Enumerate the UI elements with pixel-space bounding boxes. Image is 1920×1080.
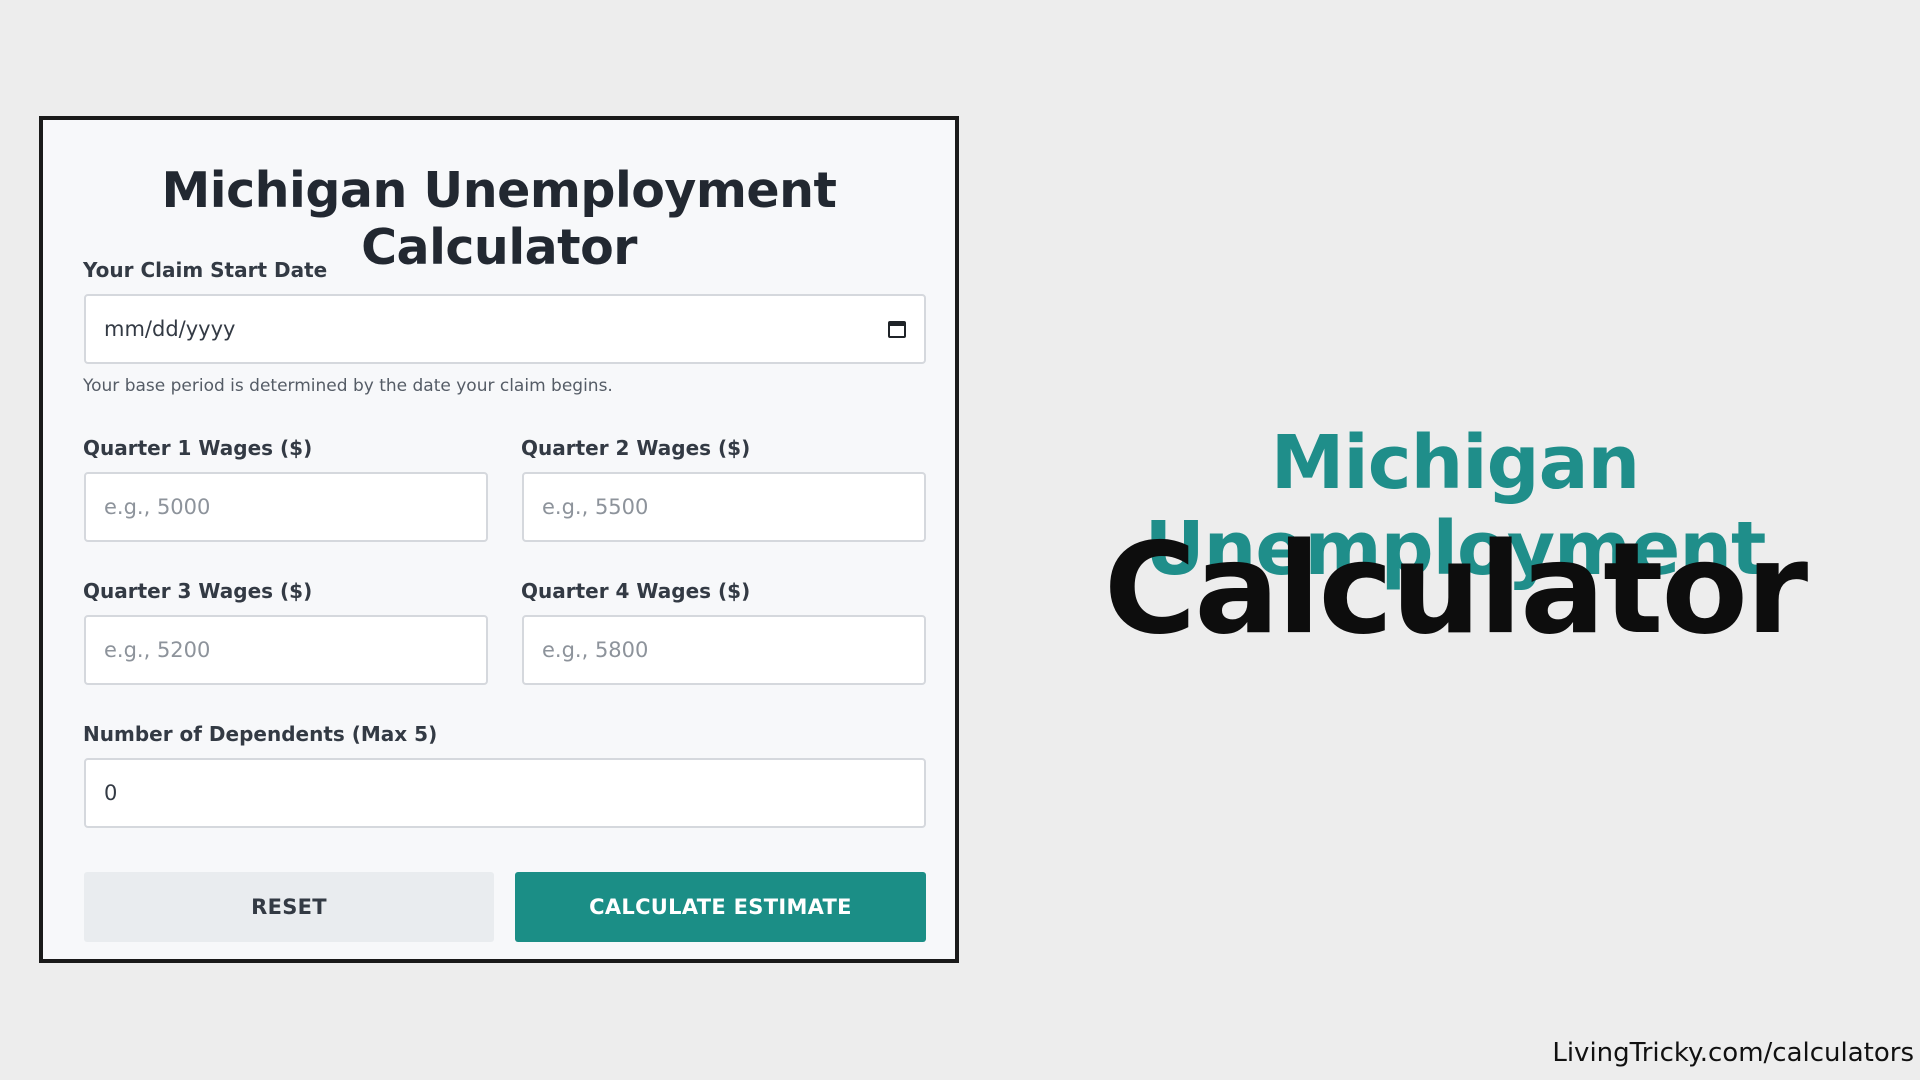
dependents-input[interactable] [84, 758, 926, 828]
quarter-1-label: Quarter 1 Wages ($) [83, 436, 313, 460]
quarter-4-input[interactable] [522, 615, 926, 685]
reset-button[interactable]: RESET [84, 872, 494, 942]
hero-title-line-2: Calculator [1103, 515, 1808, 662]
claim-date-help-text: Your base period is determined by the da… [83, 376, 613, 396]
claim-date-value: mm/dd/yyyy [104, 317, 236, 341]
claim-date-input[interactable]: mm/dd/yyyy [84, 294, 926, 364]
calendar-icon[interactable] [888, 320, 906, 338]
quarter-4-label: Quarter 4 Wages ($) [521, 579, 751, 603]
calculator-card: Michigan Unemployment Calculator Your Cl… [39, 116, 959, 963]
claim-date-label: Your Claim Start Date [83, 258, 328, 282]
quarter-1-input[interactable] [84, 472, 488, 542]
dependents-label: Number of Dependents (Max 5) [83, 722, 438, 746]
quarter-2-label: Quarter 2 Wages ($) [521, 436, 751, 460]
page: Michigan Unemployment Calculator Your Cl… [0, 0, 1920, 1080]
quarter-3-label: Quarter 3 Wages ($) [83, 579, 313, 603]
footer-site-link[interactable]: LivingTricky.com/calculators [1552, 1038, 1914, 1068]
calculate-estimate-button[interactable]: CALCULATE ESTIMATE [515, 872, 926, 942]
quarter-2-input[interactable] [522, 472, 926, 542]
quarter-3-input[interactable] [84, 615, 488, 685]
